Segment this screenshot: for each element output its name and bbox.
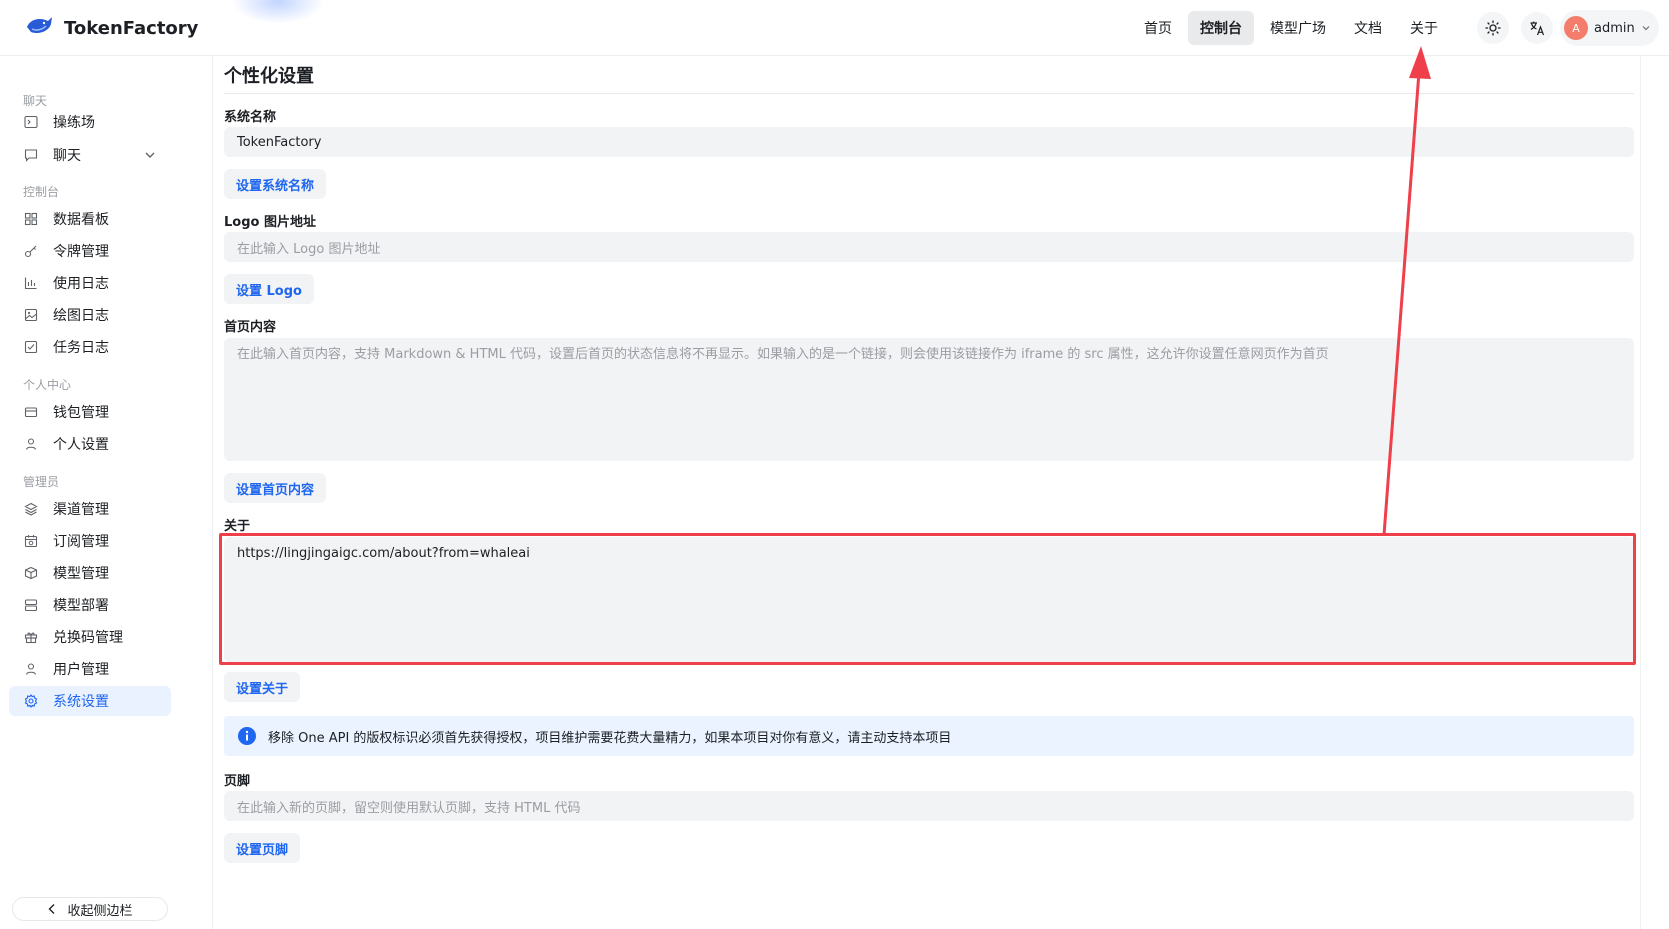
set-home-content-button[interactable]: 设置首页内容 (224, 473, 327, 503)
about-label: 关于 (224, 519, 251, 534)
sidebar-item-playground[interactable]: 操练场 (9, 107, 171, 137)
sidebar-item-task-log[interactable]: 任务日志 (9, 332, 171, 362)
divider (224, 93, 1634, 94)
sidebar-item-label: 兑换码管理 (53, 630, 123, 646)
app-name: TokenFactory (64, 17, 199, 39)
system-name-label: 系统名称 (224, 110, 277, 125)
gear-icon (23, 693, 39, 709)
sidebar-item-usage-log[interactable]: 使用日志 (9, 268, 171, 298)
home-content-label: 首页内容 (224, 320, 277, 335)
footer-input[interactable]: 在此输入新的页脚，留空则使用默认页脚，支持 HTML 代码 (224, 791, 1634, 821)
set-system-name-button[interactable]: 设置系统名称 (224, 169, 327, 199)
theme-toggle-button[interactable] (1477, 12, 1509, 44)
user-menu-button[interactable]: A admin (1560, 10, 1659, 46)
section-label-personal: 个人中心 (23, 378, 72, 392)
sidebar-item-tokens[interactable]: 令牌管理 (9, 236, 171, 266)
copyright-notice-banner: 移除 One API 的版权标识必须首先获得授权，项目维护需要花费大量精力，如果… (224, 716, 1634, 756)
avatar: A (1564, 16, 1588, 40)
user-icon (23, 436, 39, 452)
sun-icon (1485, 20, 1501, 36)
logo-url-label: Logo 图片地址 (224, 215, 316, 230)
sidebar-item-label: 模型管理 (53, 566, 109, 582)
box-icon (23, 565, 39, 581)
chevron-down-icon (1642, 26, 1650, 31)
info-icon (238, 727, 256, 745)
set-footer-button[interactable]: 设置页脚 (224, 833, 301, 863)
section-label-admin: 管理员 (23, 475, 60, 489)
footer-label: 页脚 (224, 774, 251, 789)
settings-panel: 个性化设置 系统名称 TokenFactory 设置系统名称 Logo 图片地址… (212, 56, 1641, 929)
wallet-icon (23, 404, 39, 420)
user-icon (23, 661, 39, 677)
sidebar-item-models[interactable]: 模型管理 (9, 558, 171, 588)
sidebar-item-model-deploy[interactable]: 模型部署 (9, 590, 171, 620)
sidebar-item-channels[interactable]: 渠道管理 (9, 494, 171, 524)
chevron-down-icon[interactable] (143, 148, 157, 162)
collapse-sidebar-label: 收起侧边栏 (67, 903, 133, 919)
key-icon (23, 243, 39, 259)
sidebar-item-label: 绘图日志 (53, 308, 109, 324)
sidebar-item-redemption[interactable]: 兑换码管理 (9, 622, 171, 652)
sidebar-item-system-settings[interactable]: 系统设置 (9, 686, 171, 716)
calendar-icon (23, 533, 39, 549)
page-title: 个性化设置 (224, 66, 314, 87)
set-about-button[interactable]: 设置关于 (224, 672, 301, 702)
sidebar-item-label: 聊天 (53, 148, 81, 164)
sidebar-item-dashboard[interactable]: 数据看板 (9, 204, 171, 234)
annotation-highlight-box (219, 533, 1636, 665)
sidebar-item-wallet[interactable]: 钱包管理 (9, 397, 171, 427)
system-name-input[interactable]: TokenFactory (224, 127, 1634, 157)
top-bar: TokenFactory 首页 控制台 模型广场 文档 关于 A admin (0, 0, 1669, 56)
chat-icon (23, 147, 39, 163)
sidebar-item-label: 使用日志 (53, 276, 109, 292)
nav-model-square[interactable]: 模型广场 (1258, 11, 1338, 45)
collapse-sidebar-button[interactable]: 收起侧边栏 (12, 897, 168, 921)
sidebar-item-chat[interactable]: 聊天 (9, 140, 171, 170)
brand[interactable]: TokenFactory (24, 10, 198, 46)
translate-icon (1530, 21, 1545, 36)
top-nav: 首页 控制台 模型广场 文档 关于 (1132, 10, 1450, 46)
whale-logo-icon (27, 17, 52, 34)
sidebar-item-label: 钱包管理 (53, 405, 109, 421)
sidebar-item-label: 数据看板 (53, 212, 109, 228)
terminal-icon (23, 114, 39, 130)
sidebar-item-label: 令牌管理 (53, 244, 109, 260)
sidebar-item-drawing-log[interactable]: 绘图日志 (9, 300, 171, 330)
gift-icon (23, 629, 39, 645)
sidebar-item-personal-settings[interactable]: 个人设置 (9, 429, 171, 459)
sidebar-item-label: 用户管理 (53, 662, 109, 678)
image-icon (23, 307, 39, 323)
server-icon (23, 597, 39, 613)
layers-icon (23, 501, 39, 517)
nav-console[interactable]: 控制台 (1188, 11, 1254, 45)
dashboard-icon (23, 211, 39, 227)
set-logo-button[interactable]: 设置 Logo (224, 274, 314, 304)
sidebar-item-subscriptions[interactable]: 订阅管理 (9, 526, 171, 556)
home-content-textarea[interactable]: 在此输入首页内容，支持 Markdown & HTML 代码，设置后首页的状态信… (224, 338, 1634, 461)
section-label-console: 控制台 (23, 185, 60, 199)
nav-home[interactable]: 首页 (1132, 11, 1184, 45)
sidebar-item-label: 模型部署 (53, 598, 109, 614)
sidebar-item-label: 操练场 (53, 115, 95, 131)
app-window: TokenFactory 首页 控制台 模型广场 文档 关于 A admin 聊… (0, 0, 1669, 929)
logo-url-input[interactable]: 在此输入 Logo 图片地址 (224, 232, 1634, 262)
sidebar-item-label: 系统设置 (53, 694, 109, 710)
nav-about[interactable]: 关于 (1398, 11, 1450, 45)
chevron-left-icon (48, 904, 55, 914)
nav-docs[interactable]: 文档 (1342, 11, 1394, 45)
sidebar-item-label: 个人设置 (53, 437, 109, 453)
sidebar-item-label: 渠道管理 (53, 502, 109, 518)
sidebar-item-users[interactable]: 用户管理 (9, 654, 171, 684)
chart-icon (23, 275, 39, 291)
decorative-blur (232, 0, 324, 24)
task-icon (23, 339, 39, 355)
user-name: admin (1594, 20, 1635, 36)
sidebar-item-label: 任务日志 (53, 340, 109, 356)
sidebar: 聊天 操练场 聊天 控制台 数据看板 令牌管理 使用日志 绘图日志 任务日志 个… (0, 56, 212, 929)
language-button[interactable] (1521, 12, 1553, 44)
notice-text: 移除 One API 的版权标识必须首先获得授权，项目维护需要花费大量精力，如果… (268, 730, 952, 746)
sidebar-item-label: 订阅管理 (53, 534, 109, 550)
